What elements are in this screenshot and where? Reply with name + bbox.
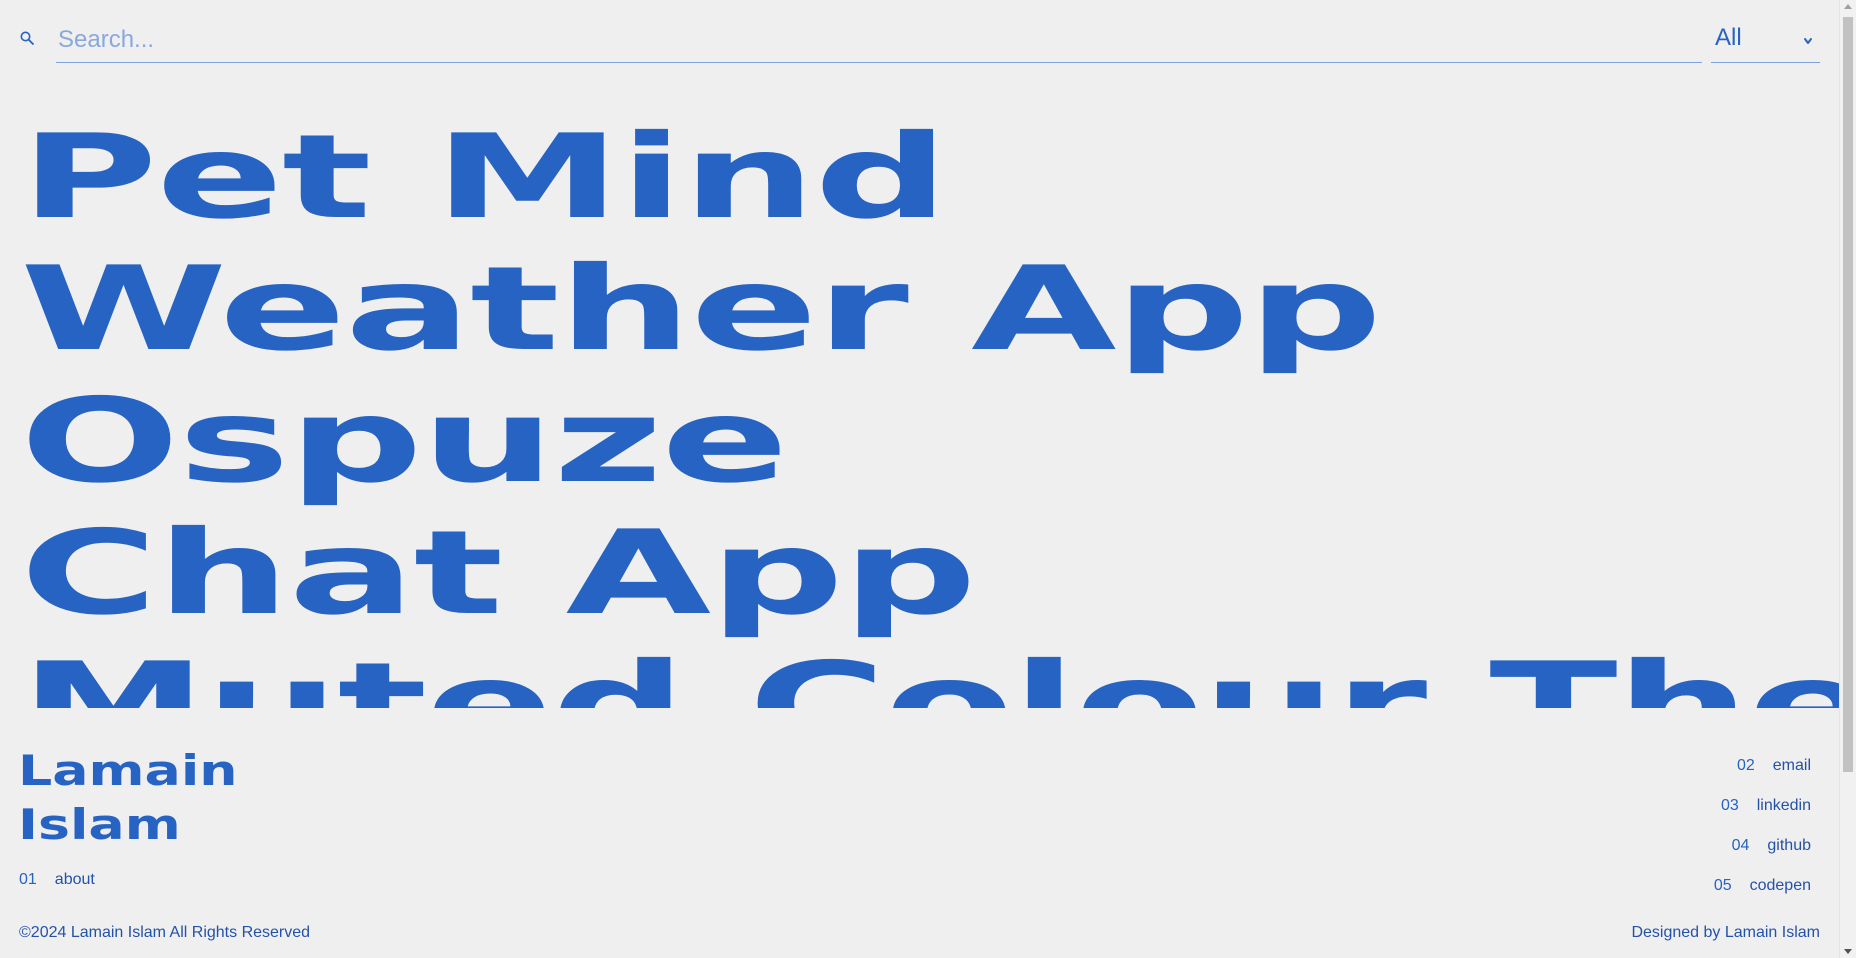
project-list: Pet Mind Weather App Ospuze Chat App Mut… [0,100,1840,709]
brand-logo[interactable]: Lamain Islam [18,744,238,852]
nav-link-github[interactable]: 04 github [1732,837,1811,855]
search-input[interactable] [56,18,1702,63]
nav-number: 02 [1736,757,1755,774]
nav-number: 05 [1713,877,1732,894]
nav-link-linkedin[interactable]: 03 linkedin [1721,797,1811,815]
vertical-scrollbar[interactable] [1839,0,1856,958]
project-link-ospuze[interactable]: Ospuze [20,384,789,500]
nav-label: email [1772,757,1811,774]
nav-label: about [54,871,95,888]
project-link-pet-mind[interactable]: Pet Mind [20,120,949,236]
nav-link-codepen[interactable]: 05 codepen [1714,877,1811,895]
scroll-up-arrow-icon[interactable] [1844,4,1852,9]
search-bar: All [18,18,1820,64]
scroll-down-arrow-icon[interactable] [1844,949,1852,954]
designed-by-text: Designed by Lamain Islam [1631,924,1820,941]
chevron-down-icon [1802,32,1814,44]
brand-line-2: Islam [18,800,181,849]
brand-line-1: Lamain [18,746,238,795]
nav-label: linkedin [1756,797,1811,814]
scrollbar-thumb[interactable] [1843,17,1853,772]
filter-selected-value: All [1715,24,1742,51]
project-link-chat-app[interactable]: Chat App [20,516,977,632]
nav-number: 04 [1731,837,1750,854]
nav-number: 03 [1720,797,1739,814]
category-filter-select[interactable]: All [1711,18,1820,63]
nav-number: 01 [19,871,37,888]
search-icon [20,30,34,45]
copyright-text: ©2024 Lamain Islam All Rights Reserved [19,924,311,941]
nav-label: github [1767,837,1811,854]
nav-label: codepen [1749,877,1811,894]
nav-link-email[interactable]: 02 email [1737,757,1811,775]
project-link-muted-colour-theme[interactable]: Muted Colour Theme [20,648,1840,709]
page: All Pet Mind Weather App Ospuze Chat App… [0,0,1856,958]
project-link-weather-app[interactable]: Weather App [20,252,1382,368]
nav-link-about[interactable]: 01 about [19,871,95,889]
